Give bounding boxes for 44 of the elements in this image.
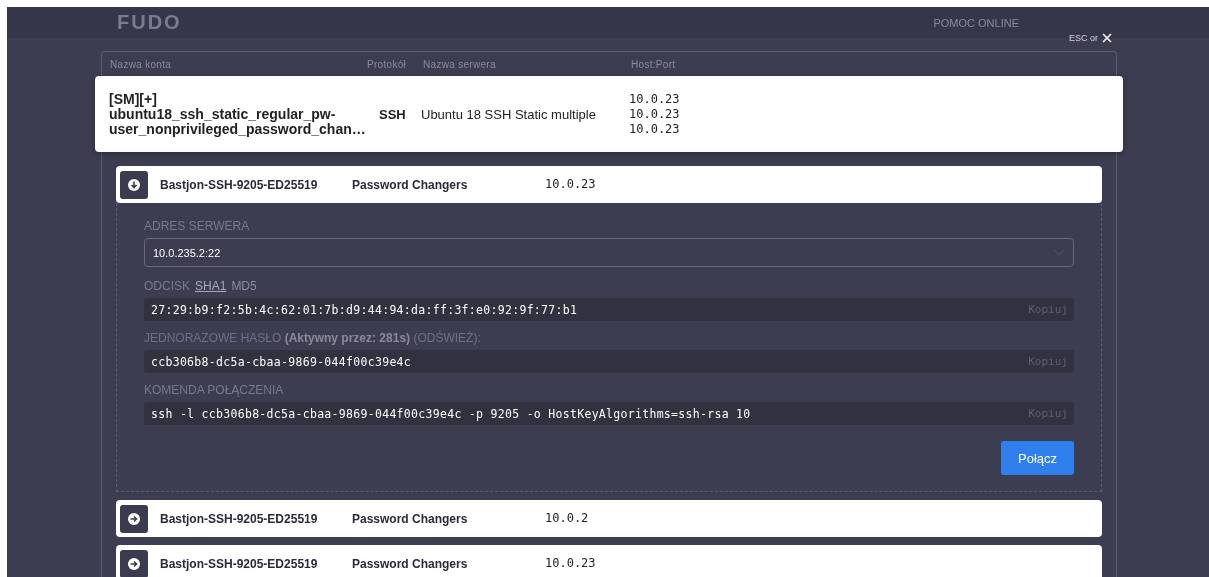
column-header: Nazwa konta [110,58,173,70]
bastion-name: Bastjon-SSH-9205-ED25519 [160,556,319,571]
bastion-row[interactable]: Bastjon-SSH-9205-ED25519 Password Changers 10.0.2 [116,500,1102,537]
host-address: 10.0.2 [545,511,590,526]
field-value: 27:29:b9:f2:5b:4c:62:01:7b:d9:44:94:da:ff:3f:e0:92:9f:77:b1 [151,302,578,317]
host-address: 10.0.23 [545,556,597,571]
account-name: [SM][+] ubuntu18_ssh_static_regular_pw-user_nonprivileged_password_chan… [109,91,364,137]
field-value: ssh -l ccb306b8-dc5a-cbaa-9869-044f00c39e4c -p 9205 -o HostKeyAlgorithms=ssh-rsa 10 [151,406,751,421]
hash-tab[interactable]: SHA1 [195,279,227,293]
expand-button[interactable] [120,170,148,199]
account-row[interactable]: [SM][+] ubuntu18_ssh_static_regular_pw-user_nonprivileged_password_chan… SSH Ubuntu 18 SSH Static multiple 10.0.23 10.0.23 10.0.23 [95,76,1123,152]
arrow-right-circle-icon [128,512,140,525]
bastion-row[interactable]: Bastjon-SSH-9205-ED25519 Password Changers 10.0.23 [116,545,1102,577]
column-header: Nazwa serwera [423,58,497,70]
field-value: ccb306b8-dc5a-cbaa-9869-044f00c39e4c [151,354,412,369]
server-select[interactable]: 10.0.235.2:22 [144,238,1074,267]
arrow-right-circle-icon [128,557,140,570]
bastion-name: Bastjon-SSH-9205-ED25519 [160,177,319,192]
expand-button[interactable] [120,549,148,577]
bastion-row[interactable]: Bastjon-SSH-9205-ED25519 Password Changers 10.0.23 [116,166,1102,203]
close-hint: ESC or [1069,33,1098,43]
server-name: Ubuntu 18 SSH Static multiple [421,106,597,122]
connect-button[interactable]: Połącz [1001,441,1074,475]
field-label: KOMENDA POŁĄCZENIA [144,383,285,397]
hash-tab[interactable]: MD5 [231,279,257,293]
host-address: 10.0.23 [629,106,681,122]
protocol: SSH [379,106,407,122]
logo: FUDO [117,11,182,34]
column-header: Host:Port [631,58,677,70]
arrow-down-circle-icon [128,178,140,191]
expand-button[interactable] [120,504,148,533]
host-address: 10.0.23 [629,91,681,107]
select-value: 10.0.235.2:22 [153,246,221,259]
group-name: Password Changers [352,177,469,192]
host-address: 10.0.23 [629,121,681,137]
help-link[interactable]: POMOC ONLINE [933,16,1019,29]
host-address: 10.0.23 [545,177,597,192]
bastion-name: Bastjon-SSH-9205-ED25519 [160,511,319,526]
field-label: ODCISK [144,279,190,293]
close-icon[interactable] [1102,33,1112,43]
column-header: Protokół [367,58,408,70]
group-name: Password Changers [352,511,469,526]
group-name: Password Changers [352,556,469,571]
field-label: ADRES SERWERA [144,219,251,233]
